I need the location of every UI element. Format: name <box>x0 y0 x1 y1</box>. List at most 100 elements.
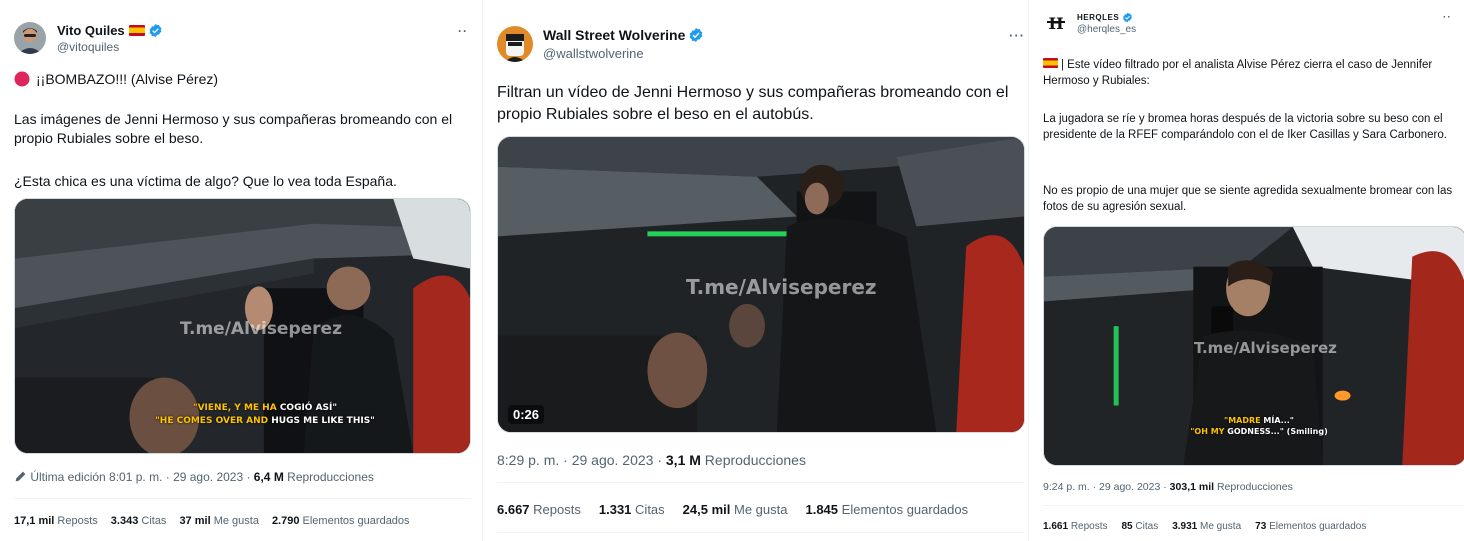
avatar[interactable] <box>497 26 533 62</box>
avatar-image <box>14 22 46 54</box>
reposts-stat[interactable]: 1.661 Reposts <box>1043 521 1108 532</box>
likes-value: 24,5 mil <box>682 502 731 517</box>
more-options-icon[interactable]: ··· <box>1009 28 1025 43</box>
tweet-text-conclusion: No es propio de una mujer que se siente … <box>1043 185 1453 213</box>
verified-badge-icon[interactable] <box>1122 12 1133 23</box>
svg-text:H: H <box>1048 14 1063 33</box>
tweet-video[interactable]: T.me/Alviseperez "MADRE MÍA..." "OH MY G… <box>1043 226 1464 466</box>
tweet-meta: 9:24 p. m. · 29 ago. 2023 · 303,1 mil Re… <box>1043 481 1293 493</box>
quotes-label: Citas <box>635 502 665 517</box>
more-options-icon[interactable]: ·· <box>458 24 468 38</box>
quotes-stat[interactable]: 3.343 Citas <box>111 515 167 527</box>
views-label: Reproducciones <box>283 470 374 484</box>
tweet-video[interactable]: T.me/Alviseperez "VIENE, Y ME HA COGIÓ A… <box>14 198 471 454</box>
likes-label: Me gusta <box>213 515 259 527</box>
tweet-header: Wall Street Wolverine @wallstwolverine <box>497 26 704 62</box>
views-count: 6,4 M <box>253 470 284 484</box>
likes-label: Me gusta <box>1200 521 1242 532</box>
tweet-meta: Última edición 8:01 p. m. · 29 ago. 2023… <box>14 470 374 484</box>
subtitle-line2-yellow: "HE COMES OVER AND <box>155 416 272 426</box>
video-duration: 0:26 <box>508 405 545 424</box>
saves-stat[interactable]: 73 Elementos guardados <box>1255 521 1366 532</box>
tweet-text-intro: | Este vídeo filtrado por el analista Al… <box>1043 57 1461 89</box>
views-count: 303,1 mil <box>1169 481 1215 493</box>
views-label: Reproducciones <box>700 452 806 468</box>
quotes-stat[interactable]: 85 Citas <box>1122 521 1159 532</box>
tweet-timestamp[interactable]: 9:24 p. m. · 29 ago. 2023 · <box>1043 481 1170 493</box>
tweet-timestamp[interactable]: 8:29 p. m. · 29 ago. 2023 · <box>497 452 666 468</box>
reposts-value: 6.667 <box>497 502 530 517</box>
tweet-video[interactable]: T.me/Alviseperez 0:26 <box>497 136 1025 433</box>
tweet-text: Filtran un vídeo de Jenni Hermoso y sus … <box>497 84 1009 123</box>
quotes-label: Citas <box>141 515 167 527</box>
tweet-stats: 6.667 Reposts 1.331 Citas 24,5 mil Me gu… <box>497 502 968 517</box>
avatar-image <box>497 26 533 62</box>
likes-stat[interactable]: 37 mil Me gusta <box>179 515 259 527</box>
author-name[interactable]: HERQLES <box>1077 13 1119 22</box>
tweet-headline-row: ¡¡BOMBAZO!!! (Alvise Pérez) <box>14 71 218 87</box>
tweet-header: H HERQLES @herqles_es <box>1043 10 1136 36</box>
subtitle-line1-white: MÍA..." <box>1263 416 1294 425</box>
tweet-timestamp[interactable]: Última edición 8:01 p. m. · 29 ago. 2023… <box>30 470 253 484</box>
spain-flag-icon <box>128 24 145 36</box>
reposts-value: 1.661 <box>1043 521 1069 532</box>
video-subtitles: "MADRE MÍA..." "OH MY GODNESS..." (Smili… <box>1184 415 1334 437</box>
avatar[interactable] <box>14 22 46 54</box>
saves-label: Elementos guardados <box>841 502 969 517</box>
author-name[interactable]: Wall Street Wolverine <box>543 27 685 43</box>
views-count: 3,1 M <box>665 452 701 468</box>
reposts-label: Reposts <box>57 515 98 527</box>
red-circle-icon <box>14 71 30 87</box>
views-label: Reproducciones <box>1214 481 1293 493</box>
likes-stat[interactable]: 24,5 mil Me gusta <box>683 502 788 517</box>
saves-label: Elementos guardados <box>302 515 410 527</box>
video-watermark: T.me/Alviseperez <box>180 319 342 339</box>
video-watermark: T.me/Alviseperez <box>1194 339 1337 357</box>
subtitle-line2-white: HUGS ME LIKE THIS" <box>271 416 375 426</box>
quotes-value: 85 <box>1121 521 1133 532</box>
verified-badge-icon[interactable] <box>148 23 163 38</box>
spain-flag-icon <box>1043 58 1058 68</box>
subtitle-line1-white: COGIÓ ASÍ" <box>279 403 338 413</box>
quotes-value: 3.343 <box>110 515 139 527</box>
likes-value: 3.931 <box>1172 521 1198 532</box>
divider <box>497 482 1025 483</box>
divider-bottom <box>497 532 1025 533</box>
subtitle-line1-yellow: "VIENE, Y ME HA <box>192 403 280 413</box>
tweet-vitoquiles: Vito Quiles @vitoquiles ·· ¡¡BOMBAZO!!! … <box>0 0 482 541</box>
tweet-herqles: H HERQLES @herqles_es ·· | Este vídeo fi… <box>1028 0 1464 541</box>
likes-value: 37 mil <box>179 515 211 527</box>
subtitle-line1-yellow: "MADRE <box>1224 416 1264 425</box>
tweet-text: Las imágenes de Jenni Hermoso y sus comp… <box>14 111 453 146</box>
author-handle[interactable]: @vitoquiles <box>57 40 163 54</box>
tweet-text: La jugadora se ríe y bromea horas despué… <box>1043 113 1447 141</box>
reposts-value: 17,1 mil <box>14 515 55 527</box>
avatar[interactable]: H <box>1043 10 1069 36</box>
quotes-stat[interactable]: 1.331 Citas <box>599 502 665 517</box>
video-subtitles: "VIENE, Y ME HA COGIÓ ASÍ" "HE COMES OVE… <box>145 402 385 428</box>
tweet-meta: 8:29 p. m. · 29 ago. 2023 · 3,1 M Reprod… <box>497 452 806 468</box>
author-handle[interactable]: @herqles_es <box>1077 24 1136 35</box>
saves-stat[interactable]: 1.845 Elementos guardados <box>805 502 968 517</box>
reposts-label: Reposts <box>1070 521 1108 532</box>
saves-value: 1.845 <box>805 502 839 517</box>
likes-label: Me gusta <box>734 502 788 517</box>
tweet-text-question: ¿Esta chica es una víctima de algo? Que … <box>14 173 397 189</box>
subtitle-line2-yellow: "OH MY <box>1190 427 1228 436</box>
reposts-stat[interactable]: 6.667 Reposts <box>497 502 581 517</box>
saves-label: Elementos guardados <box>1269 521 1367 532</box>
divider <box>14 498 471 499</box>
saves-value: 2.790 <box>271 515 300 527</box>
quotes-label: Citas <box>1135 521 1159 532</box>
reposts-stat[interactable]: 17,1 mil Reposts <box>14 515 98 527</box>
tweet-wallstwolverine: Wall Street Wolverine @wallstwolverine ·… <box>482 0 1028 541</box>
author-handle[interactable]: @wallstwolverine <box>543 46 704 61</box>
subtitle-line2-white: GODNESS..." (Smiling) <box>1227 427 1328 436</box>
likes-stat[interactable]: 3.931 Me gusta <box>1172 521 1241 532</box>
tweet-stats: 17,1 mil Reposts 3.343 Citas 37 mil Me g… <box>14 515 410 527</box>
divider <box>1043 505 1464 506</box>
more-options-icon[interactable]: ·· <box>1443 12 1452 23</box>
author-name[interactable]: Vito Quiles <box>57 23 125 38</box>
verified-badge-icon[interactable] <box>688 27 704 43</box>
saves-stat[interactable]: 2.790 Elementos guardados <box>272 515 410 527</box>
